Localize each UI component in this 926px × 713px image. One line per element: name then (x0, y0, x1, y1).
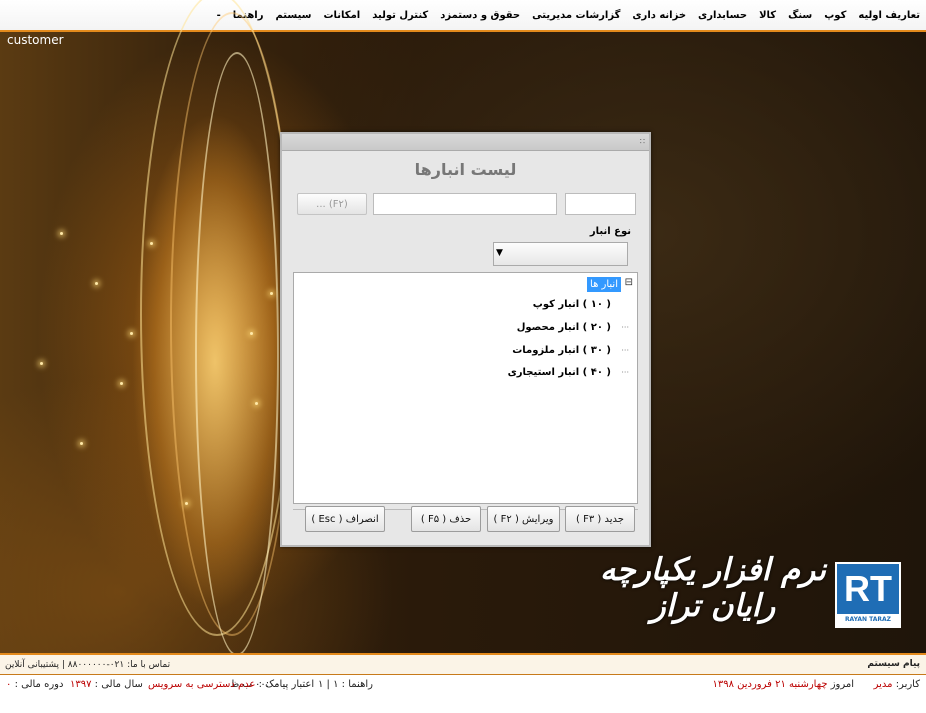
user-info: کاربر: مدیر (874, 679, 920, 690)
user-label: کاربر: (895, 679, 920, 690)
sms-value: عدم دسترسی به سرویس (148, 679, 256, 690)
sms-label: اعتبار پیامک : (258, 679, 315, 690)
sparkle (250, 332, 253, 335)
desktop-label: customer (7, 33, 64, 47)
date-info: امروز چهارشنبه ۲۱ فروردین ۱۳۹۸ (712, 679, 854, 690)
menu-item-production-control[interactable]: کنترل تولید (366, 10, 434, 21)
fiscal-year-info: سال مالی : ۱۳۹۷ (70, 679, 143, 690)
warehouse-list-dialog: ∷ لیست انبارها (F۲) ... نوع انبار ▼ ⊟ ان… (280, 132, 651, 547)
sparkle (270, 292, 273, 295)
menu-item-accounting[interactable]: حسابداری (692, 10, 753, 21)
warehouse-type-select[interactable]: ▼ (493, 242, 628, 266)
dialog-title: لیست انبارها (414, 160, 517, 179)
sparkle (150, 242, 153, 245)
system-message-bar: تماس با ما: ۰۲۱-۸۸۰۰۰۰۰۰ | پشتیبانی آنلا… (0, 653, 926, 676)
fiscal-value: ۱۳۹۷ (70, 679, 92, 690)
edit-button[interactable]: ویرایش ( F۲ ) (487, 506, 560, 532)
tree-root[interactable]: انبار ها (587, 277, 621, 292)
brand-banner: نرم افزار یکپارچه رایان تراز RT RAYAN TA… (598, 542, 918, 642)
tree-connector: ··· (621, 368, 629, 377)
search-input-right[interactable] (565, 193, 636, 215)
menu-item-tools[interactable]: امکانات (317, 10, 366, 21)
today-value: چهارشنبه ۲۱ فروردین ۱۳۹۸ (712, 679, 828, 690)
fiscal-period-info: دوره مالی : ۰ (6, 679, 63, 690)
tree-item-10[interactable]: ( ۱۰ ) انبار کوپ (533, 299, 611, 310)
chevron-down-icon[interactable]: ▼ (496, 248, 503, 258)
menu-item-stone[interactable]: سنگ (782, 10, 818, 21)
dialog-titlebar[interactable]: ∷ (282, 134, 649, 151)
warehouse-tree: ⊟ انبار ها ··· ( ۱۰ ) انبار کوپ ( ۲۰ ) ا… (293, 272, 638, 504)
grip-icon[interactable]: ∷ (640, 137, 645, 146)
logo-caption: RAYAN TARAZ (837, 614, 899, 626)
sparkle (60, 232, 63, 235)
company-logo: RT RAYAN TARAZ (835, 562, 901, 628)
search-input-left[interactable] (373, 193, 557, 215)
tree-item-40[interactable]: ( ۴۰ ) انبار استیجاری (508, 367, 611, 378)
tree-connector: ··· (621, 323, 629, 332)
status-bar: کاربر: مدیر امروز چهارشنبه ۲۱ فروردین ۱۳… (0, 674, 926, 713)
f2-button[interactable]: (F۲) ... (297, 193, 367, 215)
sparkle (95, 282, 98, 285)
menu-item-payroll[interactable]: حقوق و دستمزد (434, 10, 526, 21)
collapse-icon[interactable]: ⊟ (625, 277, 633, 288)
tree-connector: ··· (621, 346, 629, 355)
user-value: مدیر (873, 679, 893, 690)
sparkle (255, 402, 258, 405)
menu-item-coop[interactable]: کوپ (818, 10, 852, 21)
system-message-text: تماس با ما: ۰۲۱-۸۸۰۰۰۰۰۰ | پشتیبانی آنلا… (5, 660, 171, 670)
menu-item-management-reports[interactable]: گزارشات مدیریتی (526, 10, 626, 21)
help-label: راهنما : (341, 679, 373, 690)
fiscal-label: سال مالی : (94, 679, 143, 690)
light-ribbon (195, 52, 279, 656)
period-label: دوره مالی : (14, 679, 64, 690)
sms-info: اعتبار پیامک : عدم دسترسی به سرویس (148, 679, 314, 690)
today-label: امروز (830, 679, 854, 690)
cancel-button[interactable]: انصراف ( Esc ) (305, 506, 385, 532)
brand-title: نرم افزار یکپارچه رایان تراز (600, 552, 826, 624)
menu-item-system[interactable]: سیستم (269, 10, 317, 21)
sparkle (120, 382, 123, 385)
sparkle (40, 362, 43, 365)
sparkle (80, 442, 83, 445)
help-info: راهنما : ۱ | ۱ (318, 679, 373, 690)
main-menubar: تعاریف اولیه کوپ سنگ کالا حسابداری خزانه… (0, 0, 926, 32)
warehouse-type-label: نوع انبار (589, 226, 631, 237)
help-value: ۱ | ۱ (318, 679, 339, 690)
sparkle (185, 502, 188, 505)
new-button[interactable]: جدید ( F۳ ) (565, 506, 635, 532)
tree-item-30[interactable]: ( ۳۰ ) انبار ملزومات (512, 345, 611, 356)
logo-mark: RT (844, 568, 892, 609)
tree-item-20[interactable]: ( ۲۰ ) انبار محصول (517, 322, 611, 333)
menu-item-definitions[interactable]: تعاریف اولیه (852, 10, 926, 21)
menu-item-treasury[interactable]: خزانه داری (626, 10, 692, 21)
period-value: ۰ (6, 679, 12, 690)
delete-button[interactable]: حذف ( F۵ ) (411, 506, 481, 532)
system-message-label: پیام سیستم (867, 659, 920, 669)
sparkle (130, 332, 133, 335)
menu-item-goods[interactable]: کالا (753, 10, 782, 21)
